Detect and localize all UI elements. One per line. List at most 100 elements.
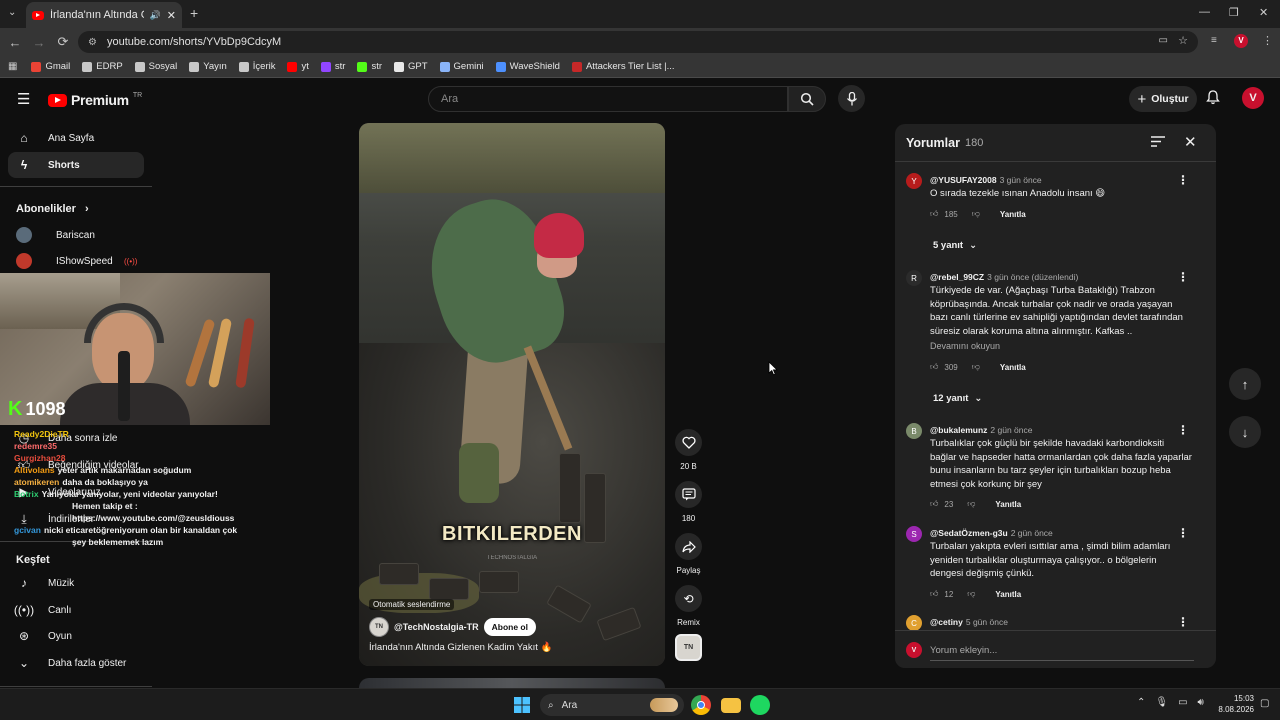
share-button[interactable]	[675, 533, 702, 560]
more-options-icon[interactable]: ⋮	[1177, 423, 1189, 437]
sidebar-item-gaming[interactable]: ⊛ Oyun	[8, 623, 144, 649]
bookmark-item[interactable]: yt	[287, 61, 309, 72]
sidebar-item-home[interactable]: ⌂ Ana Sayfa	[8, 125, 144, 151]
windows-start-icon[interactable]	[514, 697, 530, 716]
more-options-icon[interactable]: ⋮	[1177, 173, 1189, 187]
browser-tab[interactable]: İrlanda'nın Altında Gizlenen Kadim Yakıt…	[26, 2, 182, 28]
reply-button[interactable]: Yanıtla	[995, 500, 1021, 509]
taskbar-clock[interactable]: 15:03 8.08.2026	[1214, 693, 1254, 715]
like-icon[interactable]: 👍︎	[930, 499, 938, 509]
dislike-icon[interactable]: 👎︎	[967, 499, 975, 509]
sidebar-item-show-more[interactable]: ⌄ Daha fazla göster	[8, 650, 144, 676]
dislike-icon[interactable]: 👎︎	[972, 362, 980, 372]
taskbar-search[interactable]: ⌕ Ara	[540, 694, 684, 716]
notifications-icon[interactable]: ▢	[1260, 698, 1269, 709]
comment-avatar[interactable]: B	[906, 423, 922, 439]
maximize-icon[interactable]: ❐	[1229, 6, 1239, 19]
read-more-link[interactable]: Devamını okuyun	[930, 341, 1000, 351]
comment-avatar[interactable]: R	[906, 270, 922, 286]
subscribe-button[interactable]: Abone ol	[483, 618, 536, 636]
bookmark-item[interactable]: Gmail	[31, 61, 70, 72]
reply-button[interactable]: Yanıtla	[995, 590, 1021, 599]
reply-button[interactable]: Yanıtla	[1000, 363, 1026, 372]
file-explorer-icon[interactable]	[721, 698, 741, 713]
bookmark-item[interactable]: Gemini	[439, 61, 484, 72]
voice-search-button[interactable]	[838, 85, 865, 112]
subscription-item[interactable]: Bariscan	[8, 222, 144, 248]
network-icon[interactable]: ▭	[1178, 697, 1187, 708]
bookmark-item[interactable]: Yayın	[189, 61, 227, 72]
new-tab-icon[interactable]: +	[190, 5, 198, 21]
subscription-item[interactable]: IShowSpeed ((•))	[8, 248, 144, 274]
cast-icon[interactable]: ▭	[1159, 35, 1168, 46]
next-short-button[interactable]: ↓	[1229, 416, 1261, 448]
sound-thumbnail[interactable]: TN	[675, 634, 702, 661]
account-avatar[interactable]: V	[1242, 87, 1264, 109]
bookmark-star-icon[interactable]: ☆	[1178, 34, 1188, 47]
comment-avatar[interactable]: Y	[906, 173, 922, 189]
channel-name[interactable]: @TechNostalgia-TR	[394, 622, 479, 632]
sort-icon[interactable]	[1151, 135, 1165, 150]
bookmark-item[interactable]: str	[320, 61, 345, 72]
mic-tray-icon[interactable]: 🎙︎	[1155, 697, 1168, 708]
shorts-video-player[interactable]: BITKILERDEN TECHNOSTALGIA Otomatik sesle…	[359, 123, 665, 666]
replies-toggle[interactable]: 12 yanıt ⌄	[933, 393, 982, 404]
notifications-bell-icon[interactable]	[1206, 90, 1220, 108]
like-icon[interactable]: 👍︎	[930, 362, 938, 372]
dislike-icon[interactable]: 👎︎	[972, 209, 980, 219]
sidebar-item-music[interactable]: ♪ Müzik	[8, 570, 144, 596]
browser-menu-icon[interactable]: ⋮	[1262, 34, 1273, 47]
bookmark-item[interactable]: İçerik	[238, 61, 275, 72]
comments-button[interactable]	[675, 481, 702, 508]
remix-button[interactable]: ⟲	[675, 585, 702, 612]
comment-input[interactable]	[930, 641, 1194, 661]
like-icon[interactable]: 👍︎	[930, 209, 938, 219]
site-info-icon[interactable]: ⚙	[88, 37, 97, 48]
tab-audio-icon[interactable]: 🔊	[150, 10, 161, 21]
comment-author[interactable]: @rebel_99CZ 3 gün önce (düzenlendi)	[930, 272, 1078, 282]
comment-avatar[interactable]: S	[906, 526, 922, 542]
tab-list-icon[interactable]: ⌄	[8, 7, 16, 18]
more-options-icon[interactable]: ⋮	[1177, 615, 1189, 629]
subscriptions-heading[interactable]: Abonelikler ›	[16, 203, 89, 215]
back-icon[interactable]: ←	[3, 35, 27, 50]
bookmark-item[interactable]: WaveShield	[495, 61, 560, 72]
more-options-icon[interactable]: ⋮	[1177, 270, 1189, 284]
auto-dub-badge[interactable]: Otomatik seslendirme	[369, 599, 455, 610]
media-icon[interactable]: ≡	[1211, 35, 1217, 46]
channel-avatar[interactable]: TN	[369, 617, 389, 637]
like-icon[interactable]: 👍︎	[930, 589, 938, 599]
bookmark-item[interactable]: GPT	[394, 61, 428, 72]
close-icon[interactable]: ✕	[1184, 133, 1197, 151]
comment-author[interactable]: @YUSUFAY2008 3 gün önce	[930, 175, 1042, 185]
video-title[interactable]: İrlanda'nın Altında Gizlenen Kadim Yakıt…	[369, 642, 552, 653]
comment-author[interactable]: @bukalemunz 2 gün önce	[930, 425, 1033, 435]
volume-icon[interactable]: 🔊︎	[1198, 697, 1204, 708]
like-button[interactable]	[675, 429, 702, 456]
replies-toggle[interactable]: 5 yanıt ⌄	[933, 240, 977, 251]
chrome-icon[interactable]	[691, 695, 711, 715]
sidebar-item-live[interactable]: ((•)) Canlı	[8, 597, 144, 623]
youtube-premium-logo[interactable]: Premium TR	[48, 92, 142, 108]
tab-close-icon[interactable]: ✕	[167, 9, 176, 22]
profile-icon[interactable]: V	[1234, 34, 1248, 48]
window-close-icon[interactable]: ✕	[1259, 6, 1268, 19]
reload-icon[interactable]: ⟳	[51, 34, 75, 50]
sidebar-item-shorts[interactable]: ϟ Shorts	[8, 152, 144, 178]
minimize-icon[interactable]: —	[1199, 6, 1210, 18]
bookmark-item[interactable]: str	[357, 61, 382, 72]
dislike-icon[interactable]: 👎︎	[967, 589, 975, 599]
search-button[interactable]	[788, 86, 826, 112]
tray-chevron-icon[interactable]: ⌃	[1137, 697, 1145, 708]
comment-author[interactable]: @SedatÖzmen-g3u 2 gün önce	[930, 528, 1053, 538]
bookmark-item[interactable]: Attackers Tier List |...	[571, 61, 675, 72]
menu-icon[interactable]: ☰	[17, 90, 30, 108]
reply-button[interactable]: Yanıtla	[1000, 210, 1026, 219]
more-options-icon[interactable]: ⋮	[1177, 526, 1189, 540]
bookmark-item[interactable]: Sosyal	[134, 61, 177, 72]
comment-avatar[interactable]: C	[906, 615, 922, 631]
forward-icon[interactable]: →	[27, 35, 51, 50]
search-input[interactable]	[429, 87, 787, 111]
create-button[interactable]: + Oluştur	[1129, 86, 1197, 112]
spotify-icon[interactable]	[750, 695, 770, 715]
